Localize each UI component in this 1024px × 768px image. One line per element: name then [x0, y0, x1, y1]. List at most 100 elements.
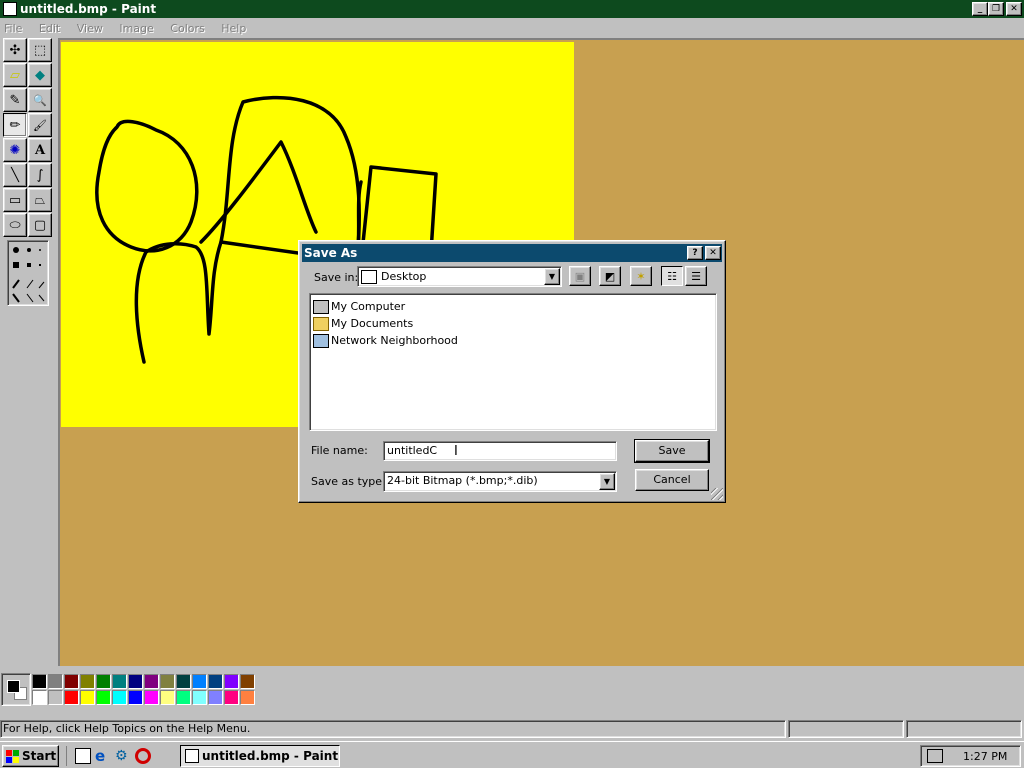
show-desktop-icon[interactable] [75, 748, 91, 764]
details-view-button[interactable]: ☰ [685, 266, 707, 286]
color-swatch[interactable] [176, 690, 191, 705]
network-icon [313, 333, 329, 348]
curve-icon[interactable]: ∫ [28, 163, 52, 187]
color-swatch[interactable] [80, 690, 95, 705]
color-swatch[interactable] [112, 690, 127, 705]
list-item-my-documents[interactable]: My Documents [313, 315, 713, 332]
taskbar: Start e ⚙ untitled.bmp - Paint 1:27 PM [0, 741, 1024, 768]
chevron-down-icon[interactable]: ▼ [599, 473, 615, 490]
resize-grip-icon[interactable] [711, 488, 723, 500]
rect-select-icon[interactable]: ⬚ [28, 38, 52, 62]
color-swatch[interactable] [128, 690, 143, 705]
restore-button[interactable]: ❐ [988, 2, 1004, 16]
color-swatch[interactable] [64, 690, 79, 705]
help-button[interactable]: ? [687, 246, 703, 260]
menu-view[interactable]: View [77, 22, 103, 35]
file-list[interactable]: My Computer My Documents Network Neighbo… [309, 293, 717, 431]
dialog-close-button[interactable]: ✕ [705, 246, 721, 260]
text-icon[interactable]: A [28, 138, 52, 162]
list-item-my-computer[interactable]: My Computer [313, 298, 713, 315]
menu-file[interactable]: File [4, 22, 22, 35]
color-swatch[interactable] [64, 674, 79, 689]
internet-explorer-icon[interactable]: e [95, 748, 111, 764]
new-folder-button[interactable]: ✶ [630, 266, 652, 286]
save-type-dropdown[interactable]: 24-bit Bitmap (*.bmp;*.dib) ▼ [383, 471, 617, 492]
color-swatch[interactable] [144, 690, 159, 705]
eraser-icon[interactable]: ▱ [3, 63, 27, 87]
folder-icon [313, 316, 329, 331]
color-swatch[interactable] [80, 674, 95, 689]
line-icon[interactable]: ╲ [3, 163, 27, 187]
color-swatch[interactable] [240, 690, 255, 705]
status-bar: For Help, click Help Topics on the Help … [0, 718, 1024, 740]
save-button[interactable]: Save [634, 439, 710, 463]
file-name-label: File name: [311, 444, 368, 457]
tray-display-icon[interactable] [927, 749, 943, 763]
opera-icon[interactable] [135, 748, 151, 764]
color-swatch[interactable] [48, 674, 63, 689]
paint-app-icon[interactable] [3, 2, 17, 16]
tool-options-box[interactable] [7, 240, 49, 306]
desktop-shortcut-icon: ◩ [604, 269, 616, 283]
color-swatch[interactable] [128, 674, 143, 689]
color-swatch[interactable] [32, 690, 47, 705]
foreground-color-swatch[interactable] [7, 680, 20, 693]
paint-task-icon [185, 749, 199, 763]
airbrush-icon[interactable]: ✺ [3, 138, 27, 162]
save-in-label: Save in: [314, 271, 359, 284]
color-swatch[interactable] [160, 690, 175, 705]
file-name-value: untitledC [387, 444, 438, 457]
color-swatch[interactable] [224, 674, 239, 689]
pencil-icon[interactable]: ✏ [3, 113, 27, 137]
desktop-icon [361, 269, 377, 284]
magnifier-icon[interactable]: 🔍 [28, 88, 52, 112]
menu-image[interactable]: Image [119, 22, 153, 35]
color-swatch[interactable] [224, 690, 239, 705]
color-swatch[interactable] [112, 674, 127, 689]
color-swatch[interactable] [192, 690, 207, 705]
menu-colors[interactable]: Colors [170, 22, 204, 35]
chevron-down-icon[interactable]: ▼ [544, 268, 560, 285]
computer-icon [313, 299, 329, 314]
color-swatch[interactable] [96, 690, 111, 705]
color-picker-icon[interactable]: ✎ [3, 88, 27, 112]
fill-icon[interactable]: ◆ [28, 63, 52, 87]
text-cursor-icon: I [454, 444, 458, 459]
up-one-level-button[interactable]: ▣ [569, 266, 591, 286]
rectangle-icon[interactable]: ▭ [3, 188, 27, 212]
color-swatch[interactable] [240, 674, 255, 689]
brush-icon[interactable]: 🖌 [28, 113, 52, 137]
color-swatch[interactable] [96, 674, 111, 689]
start-button[interactable]: Start [2, 745, 59, 767]
color-swatch[interactable] [208, 690, 223, 705]
clock[interactable]: 1:27 PM [963, 750, 1007, 763]
save-in-dropdown[interactable]: Desktop ▼ [357, 266, 562, 287]
system-tray: 1:27 PM [920, 745, 1021, 767]
task-button-paint[interactable]: untitled.bmp - Paint [180, 745, 340, 767]
color-swatch[interactable] [48, 690, 63, 705]
menu-help[interactable]: Help [221, 22, 246, 35]
menu-edit[interactable]: Edit [39, 22, 60, 35]
free-select-icon[interactable]: ✣ [3, 38, 27, 62]
color-swatch[interactable] [32, 674, 47, 689]
color-swatch[interactable] [160, 674, 175, 689]
color-swatch[interactable] [192, 674, 207, 689]
quick-launch: e ⚙ [66, 746, 166, 766]
desktop-button[interactable]: ◩ [599, 266, 621, 286]
close-button[interactable]: ✕ [1006, 2, 1022, 16]
channels-icon[interactable]: ⚙ [115, 748, 131, 764]
color-swatch[interactable] [144, 674, 159, 689]
list-view-button[interactable]: ☷ [661, 266, 683, 286]
polygon-icon[interactable]: ⏢ [28, 188, 52, 212]
current-colors[interactable] [1, 673, 31, 706]
color-swatch[interactable] [208, 674, 223, 689]
palette-grid [32, 674, 256, 706]
rounded-rect-icon[interactable]: ▢ [28, 213, 52, 237]
dialog-title: Save As [304, 246, 358, 260]
color-swatch[interactable] [176, 674, 191, 689]
cancel-button[interactable]: Cancel [635, 469, 709, 491]
file-name-input[interactable]: untitledC I [383, 441, 617, 461]
ellipse-icon[interactable]: ⬭ [3, 213, 27, 237]
minimize-button[interactable]: _ [972, 2, 988, 16]
list-item-network-neighborhood[interactable]: Network Neighborhood [313, 332, 713, 349]
